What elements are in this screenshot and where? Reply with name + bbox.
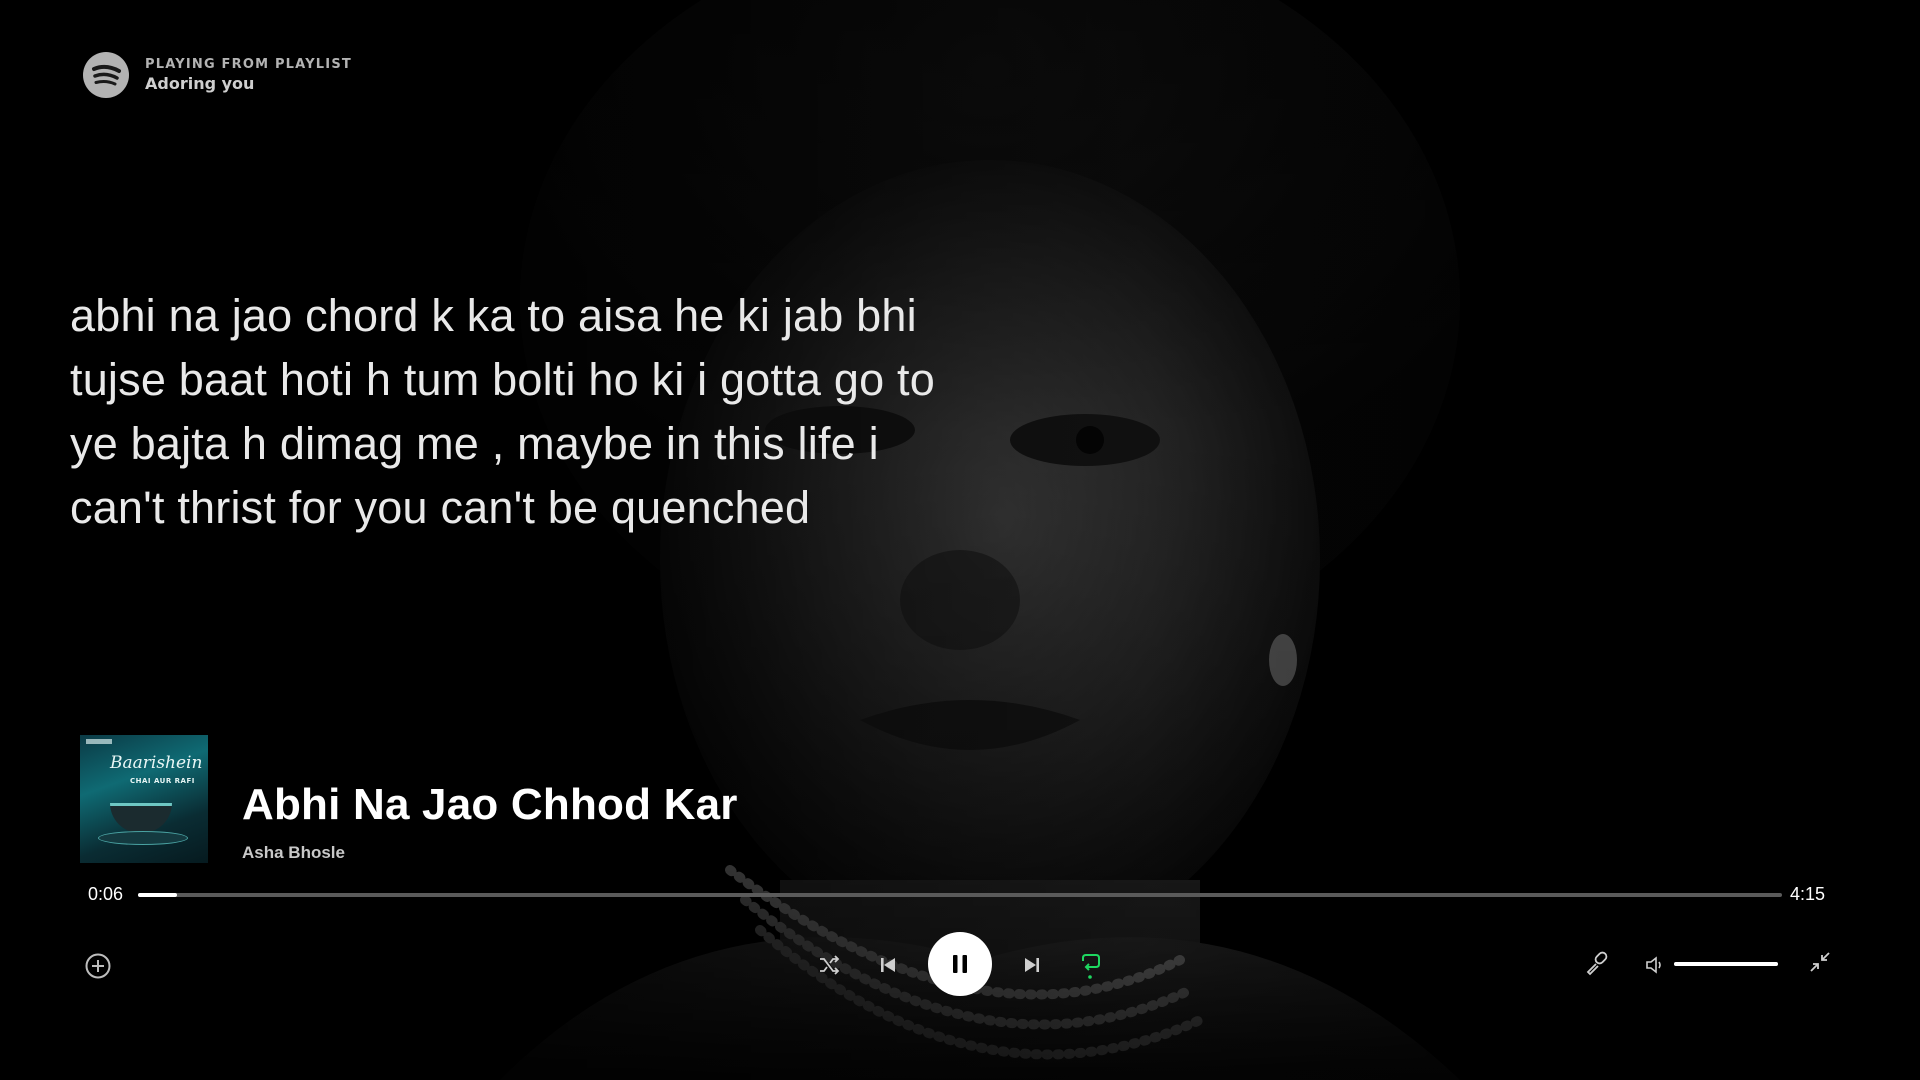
repeat-icon [1082, 954, 1100, 979]
fullscreen-player: PLAYING FROM PLAYLIST Adoring you abhi n… [0, 0, 1920, 1080]
elapsed-time: 0:06 [88, 884, 124, 904]
duration-time: 4:15 [1790, 884, 1826, 904]
volume-icon [1646, 956, 1661, 974]
volume-button[interactable] [1640, 950, 1670, 980]
exit-fullscreen-button[interactable] [1804, 946, 1836, 978]
pause-icon [953, 955, 967, 973]
skip-previous-icon [881, 958, 895, 972]
playlist-name[interactable]: Adoring you [145, 74, 352, 93]
lyrics-line: can't thrist for you can't be quenched [70, 482, 811, 533]
volume-slider[interactable] [1674, 962, 1778, 966]
skip-next-icon [1025, 958, 1039, 972]
track-title[interactable]: Abhi Na Jao Chhod Kar [242, 780, 738, 830]
background-vignette [0, 0, 1920, 1080]
lyrics-panel: abhi na jao chord k ka to aisa he ki jab… [70, 284, 1050, 540]
playing-context: PLAYING FROM PLAYLIST Adoring you [83, 52, 352, 98]
add-to-library-button[interactable] [82, 950, 114, 982]
cover-title: Baarishein [110, 753, 203, 773]
label-logo [86, 739, 112, 744]
saucer-illustration [98, 831, 188, 845]
plus-circle-icon [85, 953, 111, 979]
background-artist-image [0, 0, 1920, 1080]
album-cover[interactable]: Baarishein CHAI AUR RAFI [80, 735, 208, 863]
repeat-button[interactable] [1075, 948, 1105, 982]
cover-subtitle: CHAI AUR RAFI [130, 777, 195, 785]
lyrics-line: abhi na jao chord k ka to aisa he ki jab… [70, 290, 917, 341]
shuffle-icon [820, 955, 840, 975]
lyrics-line: ye bajta h dimag me , maybe in this life… [70, 418, 879, 469]
lyrics-line: tujse baat hoti h tum bolti ho ki i gott… [70, 354, 935, 405]
progress-fill [138, 893, 178, 897]
track-artist[interactable]: Asha Bhosle [242, 843, 345, 863]
volume-fill [1674, 962, 1778, 966]
shuffle-button[interactable] [814, 950, 844, 980]
lyrics-button[interactable] [1582, 948, 1612, 978]
spotify-logo-icon [83, 52, 129, 98]
context-kicker: PLAYING FROM PLAYLIST [145, 57, 352, 72]
cup-illustration [110, 803, 172, 833]
previous-button[interactable] [873, 950, 903, 980]
microphone-icon [1586, 951, 1608, 976]
collapse-icon [1810, 952, 1830, 972]
pause-button[interactable] [928, 932, 992, 996]
next-button[interactable] [1017, 950, 1047, 980]
progress-bar[interactable] [138, 893, 1782, 897]
